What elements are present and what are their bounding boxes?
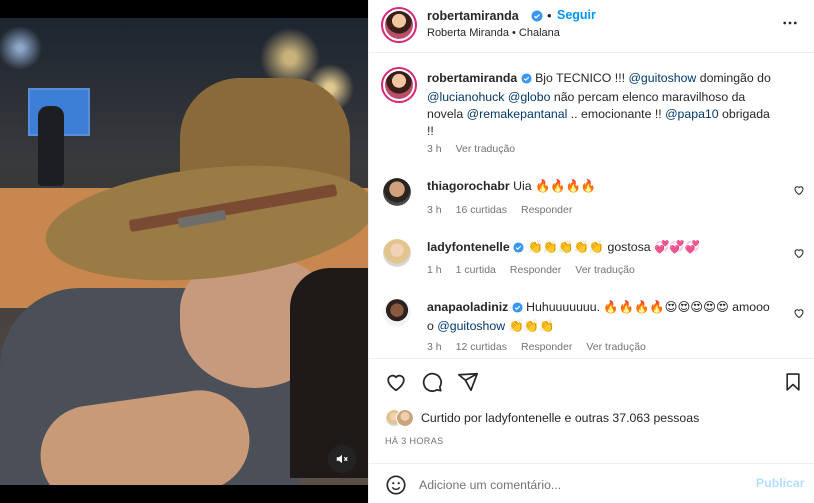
more-icon[interactable]: [781, 14, 799, 35]
liker-avatar[interactable]: [396, 409, 414, 427]
comment-body: Uia 🔥🔥🔥🔥: [513, 179, 597, 193]
reply-button[interactable]: Responder: [510, 264, 561, 276]
video-frame: [0, 18, 368, 485]
mute-icon: [336, 454, 348, 464]
verified-icon: [521, 72, 532, 89]
verified-icon: [531, 10, 543, 25]
audio-subtitle[interactable]: Roberta Miranda • Chalana: [427, 27, 560, 39]
mention-link[interactable]: @globo: [508, 90, 551, 104]
liker-avatars: [385, 408, 415, 428]
likes-summary: Curtido por ladyfontenelle e outras 37.0…: [385, 407, 699, 429]
post-video[interactable]: [0, 0, 368, 503]
comment-like-heart-icon[interactable]: [793, 184, 805, 199]
comment-username[interactable]: ladyfontenelle: [427, 240, 510, 254]
comment-avatar[interactable]: [383, 239, 411, 267]
heart-icon[interactable]: [385, 371, 407, 396]
caption-avatar[interactable]: [381, 67, 417, 103]
comment-likes[interactable]: 16 curtidas: [456, 204, 507, 216]
comment-likes[interactable]: 1 curtida: [456, 264, 496, 276]
publish-button[interactable]: Publicar: [756, 476, 805, 490]
comment-likes[interactable]: 12 curtidas: [456, 341, 507, 353]
caption-part: domingão do: [696, 71, 771, 85]
comment-text: anapaoladiniz Huhuuuuuuu. 🔥🔥🔥🔥😍😍😍😍😍 amoo…: [427, 299, 772, 335]
mention-link[interactable]: @papa10: [665, 107, 719, 121]
comment-username[interactable]: anapaoladiniz: [427, 300, 508, 314]
comment-text: thiagorochabr Uia 🔥🔥🔥🔥: [427, 178, 772, 195]
comment-avatar[interactable]: [383, 178, 411, 206]
comment-time[interactable]: 1 h: [427, 264, 442, 276]
bookmark-icon[interactable]: [783, 371, 803, 396]
likes-prefix: Curtido por: [421, 411, 486, 425]
comment-avatar[interactable]: [383, 299, 411, 327]
likes-text: Curtido por ladyfontenelle e outras 37.0…: [421, 411, 699, 425]
likes-middle: e: [561, 411, 575, 425]
post-panel: robertamiranda • Seguir Roberta Miranda …: [368, 0, 814, 503]
comment-like-heart-icon[interactable]: [793, 307, 805, 322]
caption-part: Bjo TECNICO !!!: [535, 71, 629, 85]
comment-icon[interactable]: [421, 371, 443, 396]
comment-username[interactable]: thiagorochabr: [427, 179, 510, 193]
post-time[interactable]: HÁ 3 HORAS: [385, 436, 444, 446]
caption-time[interactable]: 3 h: [427, 143, 442, 155]
add-comment-bar: Publicar: [369, 463, 814, 503]
verified-icon: [513, 241, 524, 258]
translate-button[interactable]: Ver tradução: [575, 264, 635, 276]
mention-link[interactable]: @remakepantanal: [467, 107, 568, 121]
reply-button[interactable]: Responder: [521, 204, 572, 216]
verified-icon: [512, 301, 523, 318]
comment-like-heart-icon[interactable]: [793, 247, 805, 262]
comment-time[interactable]: 3 h: [427, 341, 442, 353]
caption-username[interactable]: robertamiranda: [427, 71, 517, 85]
translate-button[interactable]: Ver tradução: [586, 341, 646, 353]
mute-button[interactable]: [328, 445, 356, 473]
mention-link[interactable]: @guitoshow: [437, 319, 505, 333]
comment-meta: 3 h 12 curtidas Responder Ver tradução: [427, 341, 660, 353]
reply-button[interactable]: Responder: [521, 341, 572, 353]
author-avatar[interactable]: [381, 7, 417, 43]
comment-time[interactable]: 3 h: [427, 204, 442, 216]
hair: [290, 268, 368, 478]
post-header: robertamiranda • Seguir Roberta Miranda …: [369, 0, 814, 53]
likes-others-link[interactable]: outras 37.063 pessoas: [575, 411, 699, 425]
comment-meta: 1 h 1 curtida Responder Ver tradução: [427, 264, 649, 276]
caption-text: robertamiranda Bjo TECNICO !!! @guitosho…: [427, 70, 772, 140]
post-actions: Curtido por ladyfontenelle e outras 37.0…: [369, 358, 814, 458]
comment-input[interactable]: [419, 475, 739, 495]
comment-text: ladyfontenelle 👏👏👏👏👏 gostosa 💞💞💞: [427, 239, 772, 258]
likes-user-link[interactable]: ladyfontenelle: [485, 411, 561, 425]
author-username[interactable]: robertamiranda: [427, 9, 519, 23]
translate-button[interactable]: Ver tradução: [456, 143, 516, 155]
mention-link[interactable]: @lucianohuck: [427, 90, 504, 104]
post-dialog: robertamiranda • Seguir Roberta Miranda …: [0, 0, 814, 503]
share-icon[interactable]: [457, 371, 479, 396]
comments-list[interactable]: robertamiranda Bjo TECNICO !!! @guitosho…: [369, 54, 814, 358]
comment-meta: 3 h 16 curtidas Responder: [427, 204, 586, 216]
caption-meta: 3 h Ver tradução: [427, 143, 529, 155]
emoji-icon[interactable]: [385, 474, 407, 499]
comment-body: 👏👏👏👏👏 gostosa 💞💞💞: [527, 240, 700, 254]
caption-part: .. emocionante !!: [567, 107, 666, 121]
comment-body: 👏👏👏: [505, 319, 555, 333]
mention-link[interactable]: @guitoshow: [628, 71, 696, 85]
background-person: [38, 106, 64, 186]
separator-dot: •: [547, 8, 552, 23]
follow-button[interactable]: Seguir: [557, 8, 596, 22]
